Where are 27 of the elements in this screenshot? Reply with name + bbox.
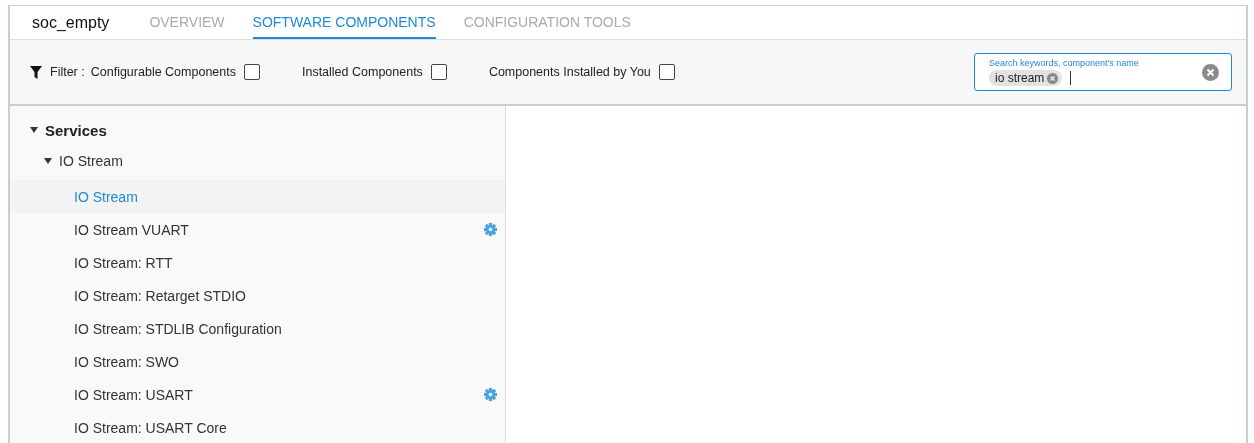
filter-option-label: Components Installed by You [488, 65, 651, 79]
checkbox[interactable] [430, 64, 447, 80]
tree-item[interactable]: IO Stream: USART [74, 386, 193, 403]
search-tag[interactable]: io stream [989, 70, 1063, 86]
clear-icon[interactable] [1202, 63, 1219, 81]
filter-icon [30, 65, 42, 79]
tree-subgroup[interactable]: IO Stream [10, 142, 505, 180]
expand-icon [44, 158, 52, 164]
expand-icon [30, 127, 38, 133]
tree-item[interactable]: IO Stream: USART Core [74, 419, 227, 436]
remove-icon[interactable] [1047, 72, 1059, 84]
tree-item[interactable]: IO Stream: Retarget STDIO [74, 287, 246, 304]
tree-item[interactable]: IO Stream: RTT [74, 254, 173, 271]
gear-icon[interactable] [484, 223, 497, 236]
tree-item[interactable]: IO Stream: SWO [74, 353, 179, 370]
checkbox[interactable] [658, 64, 675, 80]
tree-group[interactable]: Services [10, 118, 505, 142]
filter-option-label: Installed Components [301, 65, 423, 79]
tree-item[interactable]: IO Stream VUART [74, 221, 189, 238]
search-placeholder: Search keywords, component's name [989, 58, 1140, 68]
search-field[interactable]: Search keywords, component's name io stream [974, 53, 1232, 91]
filter-label: Filter : [50, 65, 85, 79]
project-title: soc_empty [32, 13, 110, 32]
filter-option-label: Configurable Components [90, 65, 236, 79]
checkbox[interactable] [243, 64, 260, 80]
gear-icon[interactable] [484, 388, 497, 401]
tree-item[interactable]: IO Stream: STDLIB Configuration [74, 320, 282, 337]
